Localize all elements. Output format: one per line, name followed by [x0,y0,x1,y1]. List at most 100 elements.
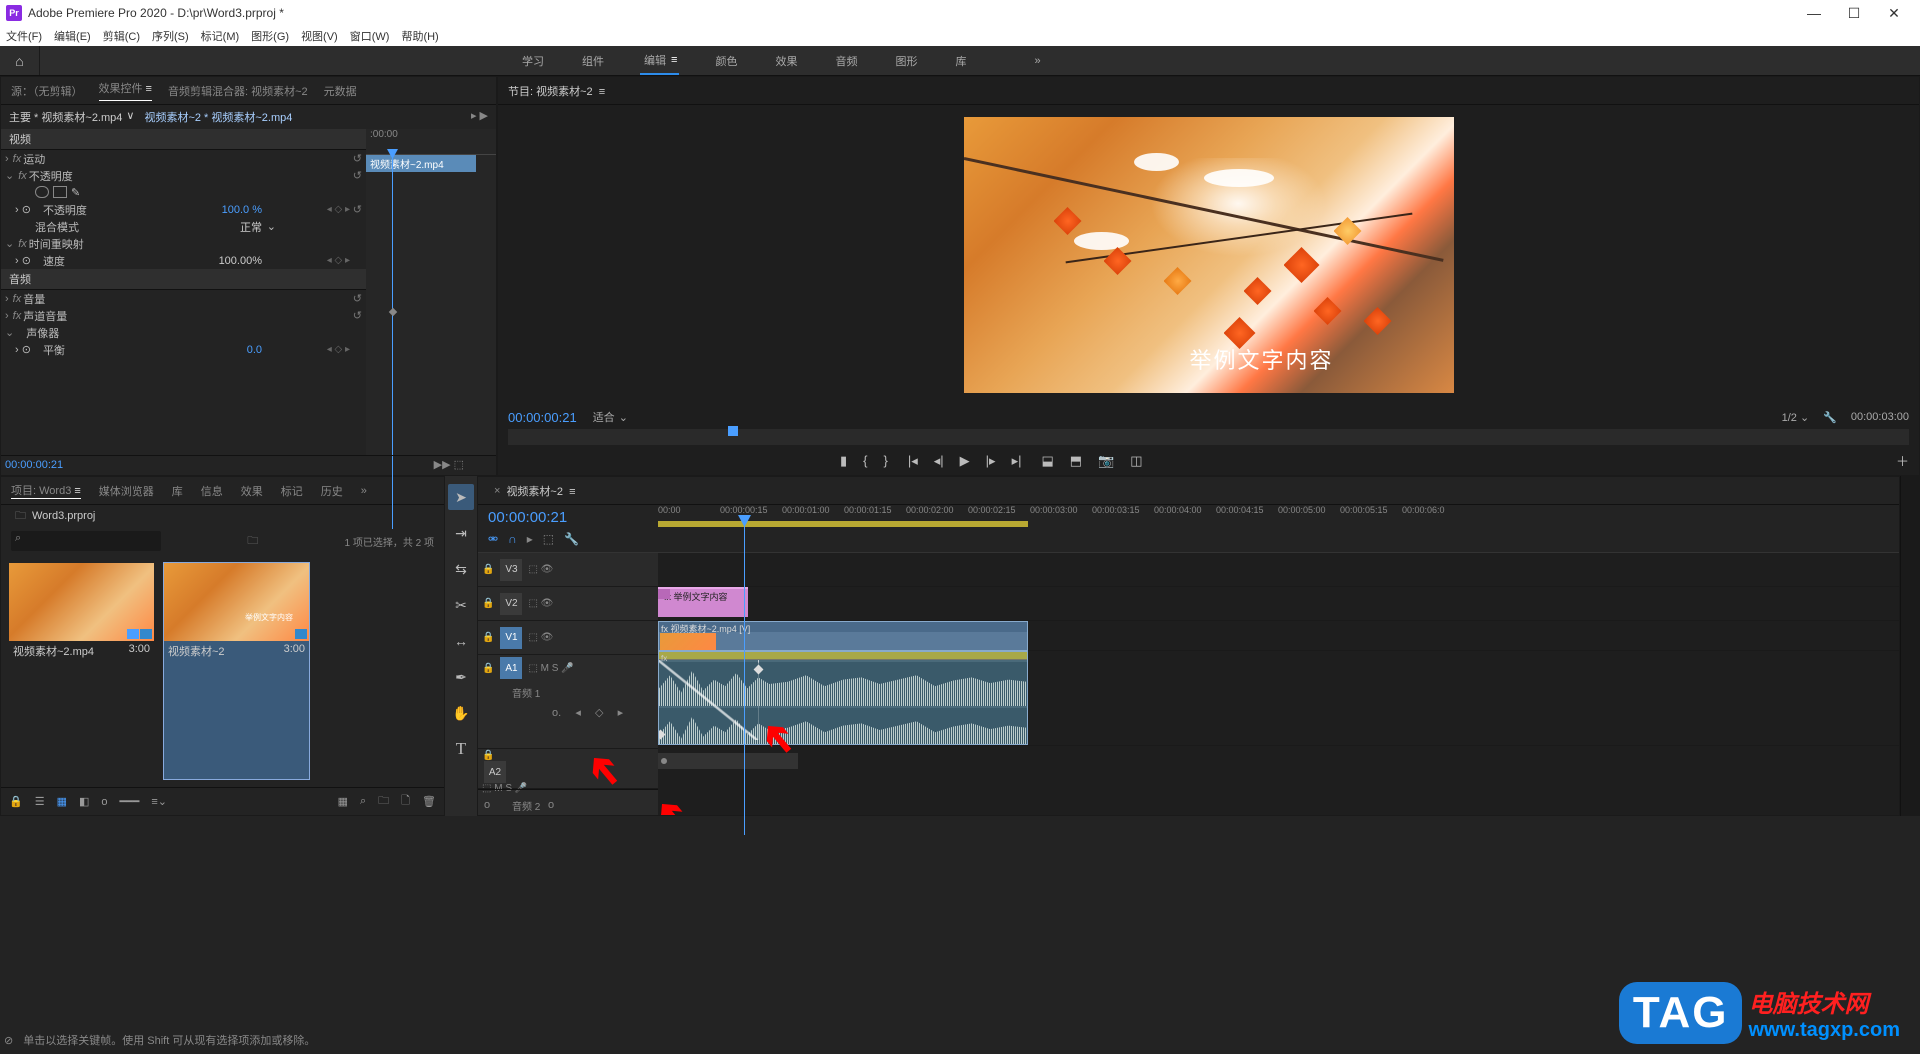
ws-audio[interactable]: 音频 [833,46,859,75]
tab-effect-controls[interactable]: 效果控件 ≡ [99,80,152,101]
efc-volume[interactable]: ›fx音量↺ [1,290,366,307]
ws-graphics[interactable]: 图形 [893,46,919,75]
timeline-tab[interactable]: 视频素材~2 ≡ [506,483,575,499]
go-to-in-button[interactable]: |◂ [908,453,918,469]
mark-out-button[interactable]: { [863,453,867,469]
step-back-button[interactable]: ◂| [934,453,944,469]
program-zoom-select[interactable]: 适合 ⌄ [593,409,628,425]
freeform-view-button[interactable]: ◧ [79,795,89,808]
timeline-ruler[interactable]: 00:00 00:00:00:15 00:00:01:00 00:00:01:1… [658,505,1899,552]
razor-tool[interactable]: ✂ [448,592,474,618]
selection-tool[interactable]: ➤ [448,484,474,510]
timeline-playhead[interactable] [744,515,745,835]
type-tool[interactable]: T [448,736,474,762]
thumb-size-slider[interactable]: o [101,796,107,808]
menu-graphics[interactable]: 图形(G) [251,28,289,44]
ellipse-mask-icon[interactable] [35,186,49,198]
maximize-button[interactable]: ☐ [1834,5,1874,22]
efc-panner[interactable]: ⌄声像器 [1,324,366,341]
bin-item-clip[interactable]: 视频素材~2.mp43:00 [9,563,154,779]
work-area-bar[interactable] [658,521,1028,527]
program-timecode[interactable]: 00:00:00:21 [508,410,577,425]
marker-button[interactable]: } [884,453,888,469]
timeline-timecode[interactable]: 00:00:00:21 [488,509,567,526]
marker-toggle[interactable]: ▸ [527,532,533,546]
trash-button[interactable]: 🗑 [422,795,436,808]
video-clip[interactable]: fx 视频素材~2.mp4 [V] [658,621,1028,651]
slip-tool[interactable]: ↔ [448,628,474,654]
tab-project[interactable]: 项目: Word3 ≡ [11,482,81,499]
track-header-v1[interactable]: 🔒V1⬚ 👁 [478,621,658,655]
icon-view-button[interactable]: ▦ [57,795,67,808]
ws-edit[interactable]: 编辑 ≡ [640,46,679,75]
add-kf-icon[interactable]: ◇ [595,706,603,719]
track-header-a2[interactable]: 🔒A2⬚ M S 🎤 音频 2 [478,749,658,789]
prev-kf-icon[interactable]: ◂ [575,706,581,719]
efc-timecode[interactable]: 00:00:00:21 [5,459,63,471]
efc-balance[interactable]: › ⊙平衡0.0◂ ◇ ▸ [1,341,366,358]
lock-icon[interactable]: 🔒 [9,795,23,808]
find-button[interactable]: ⌕ [360,795,366,808]
kf-circle-icon[interactable]: o. [552,707,561,719]
ripple-edit-tool[interactable]: ⇆ [448,556,474,582]
tab-history[interactable]: 历史 [321,483,343,499]
home-button[interactable]: ⌂ [0,46,40,75]
efc-opacity-value[interactable]: › ⊙不透明度100.0 %◂ ◇ ▸↺ [1,201,366,218]
menu-sequence[interactable]: 序列(S) [152,28,189,44]
tab-markers[interactable]: 标记 [281,483,303,499]
minimize-button[interactable]: — [1794,5,1834,22]
ws-color[interactable]: 颜色 [713,46,739,75]
menu-edit[interactable]: 编辑(E) [54,28,91,44]
menu-marker[interactable]: 标记(M) [201,28,240,44]
efc-speed[interactable]: › ⊙速度100.00%◂ ◇ ▸ [1,252,366,269]
efc-opacity[interactable]: ⌄fx不透明度↺ [1,167,366,184]
linked-selection-toggle[interactable]: ∩ [508,532,517,546]
program-monitor[interactable]: 举例文字内容 [498,105,1919,405]
tab-libraries[interactable]: 库 [172,483,183,499]
menu-window[interactable]: 窗口(W) [350,28,390,44]
hand-tool[interactable]: ✋ [448,700,474,726]
efc-channel-volume[interactable]: ›fx声道音量↺ [1,307,366,324]
track-select-tool[interactable]: ⇥ [448,520,474,546]
menu-file[interactable]: 文件(F) [6,28,42,44]
ws-more[interactable]: » [1032,46,1042,75]
go-to-out-button[interactable]: ▸| [1012,453,1022,469]
project-search-input[interactable] [11,531,161,551]
tabs-more[interactable]: » [361,485,367,497]
tab-audio-clip-mixer[interactable]: 音频剪辑混合器: 视频素材~2 [168,83,308,99]
tab-metadata[interactable]: 元数据 [324,83,357,99]
close-button[interactable]: ✕ [1874,5,1914,22]
wrench-timeline-icon[interactable]: 🔧 [564,532,579,546]
program-tab[interactable]: 节目: 视频素材~2 ≡ [508,83,605,99]
next-kf-icon[interactable]: ▸ [618,706,624,719]
auto-sequence-button[interactable]: ▦ [338,795,348,808]
track-header-v2[interactable]: 🔒V2⬚ 👁 [478,587,658,621]
export-frame-button[interactable]: 📷 [1098,453,1114,469]
program-res-select[interactable]: 1/2 ⌄ [1782,411,1810,424]
tab-effects-panel[interactable]: 效果 [241,483,263,499]
new-item-button[interactable]: 🗋 [401,792,410,811]
track-header-v3[interactable]: 🔒V3⬚ 👁 [478,553,658,587]
tab-source[interactable]: 源：（无剪辑） [11,83,83,99]
track-content[interactable]: fx 举例文字内容 fx 视频素材~2.mp4 [V] fx 00:00:00:… [658,553,1899,815]
efc-timeremap[interactable]: ⌄fx时间重映射 [1,235,366,252]
audio-clip[interactable]: fx [658,651,1028,745]
extract-button[interactable]: ⬒ [1070,453,1082,469]
ws-assembly[interactable]: 组件 [580,46,606,75]
program-scrubber[interactable] [508,429,1909,445]
track-header-a1[interactable]: 🔒A1⬚ M S 🎤 音频 1 o. ◂ ◇ ▸ [478,655,658,749]
rect-mask-icon[interactable] [53,186,67,198]
comparison-button[interactable]: ◫ [1130,453,1142,469]
bin-icon[interactable]: 🗀 [247,532,258,551]
menu-help[interactable]: 帮助(H) [401,28,438,44]
mark-in-button[interactable]: ▮ [840,453,847,469]
efc-opacity-shapes[interactable]: ✎ [1,184,366,201]
tab-media-browser[interactable]: 媒体浏览器 [99,483,154,499]
sort-button[interactable]: ≡⌄ [151,795,167,808]
button-editor[interactable]: ＋ [1896,451,1909,470]
menu-view[interactable]: 视图(V) [301,28,338,44]
graphics-clip[interactable]: fx 举例文字内容 [658,587,748,617]
lift-button[interactable]: ⬓ [1041,453,1053,469]
play-button[interactable]: ▶ [960,453,970,469]
ws-learn[interactable]: 学习 [520,46,546,75]
